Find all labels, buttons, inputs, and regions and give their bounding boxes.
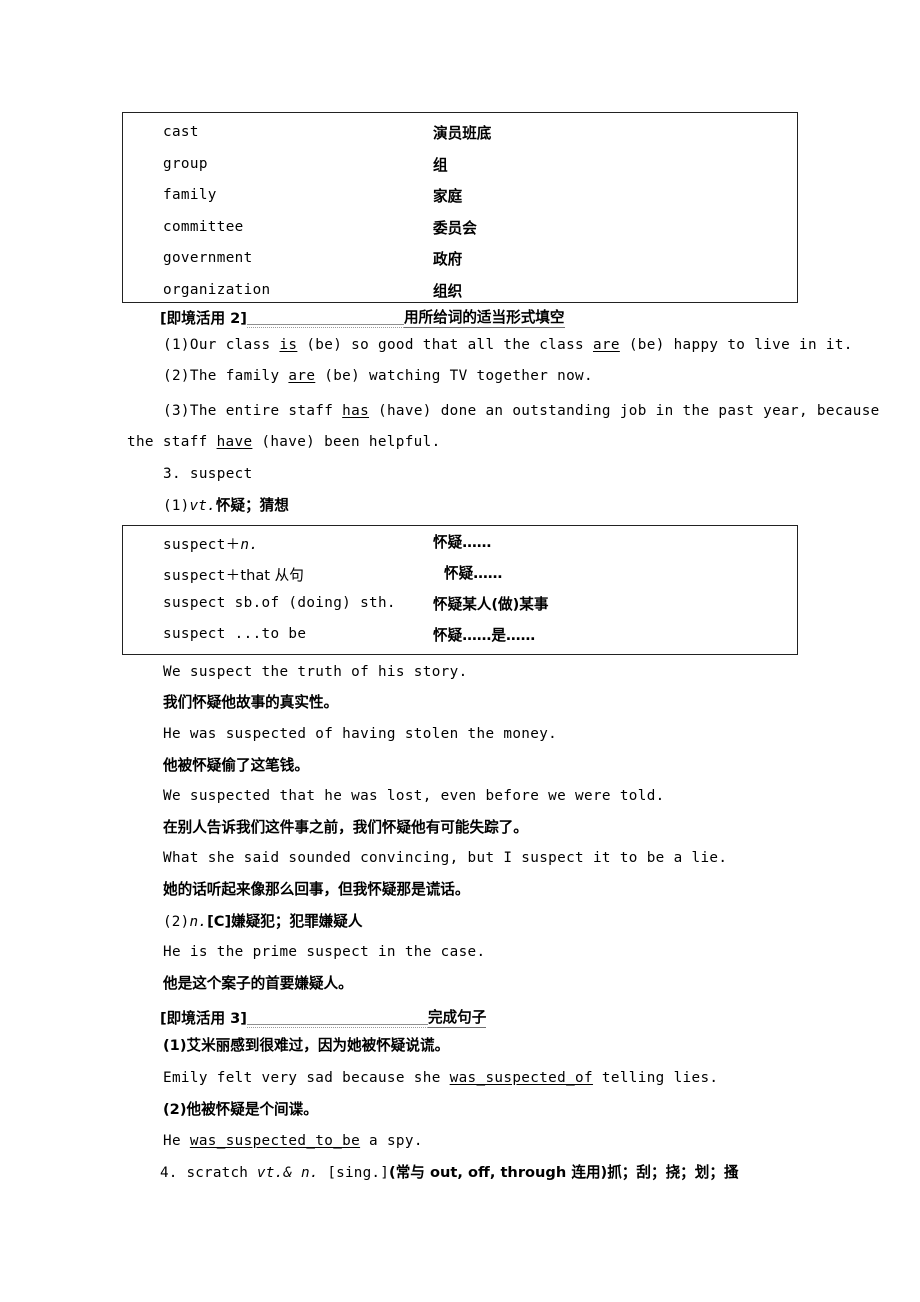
exercise-3-item-2-cn: (2)他被怀疑是个间谍。 (163, 1101, 318, 1118)
item-text-pre: the staff (127, 434, 217, 450)
item-text-post: (have) done an outstanding job in the pa… (369, 403, 880, 419)
example-sentence-en: He is the prime suspect in the case. (163, 944, 486, 960)
collective-nouns-table: cast 演员班底 group 组 family 家庭 committee 委员… (122, 112, 798, 303)
table-row: group (163, 156, 208, 172)
example-sentence-en: He was suspected of having stolen the mo… (163, 726, 558, 742)
table-row-cn: 组织 (433, 283, 463, 300)
entry-bracket: [sing.] (318, 1165, 390, 1181)
table-row: suspect sb.of (doing) sth. (163, 595, 396, 611)
table-row: cast (163, 124, 199, 140)
answer-blank: are (592, 337, 620, 353)
exercise-3-item-2-en: He was_suspected_to_be a spy. (163, 1133, 423, 1150)
entry-number: 4. (160, 1165, 187, 1181)
exercise-2-item-1: (1)Our class is (be) so good that all th… (163, 337, 853, 354)
sense-label: (1) (163, 498, 190, 514)
plus-sign: ＋ (225, 568, 241, 584)
answer-blank: was_suspected_to_be (189, 1133, 361, 1149)
sense-gloss: 怀疑；猜想 (215, 497, 289, 514)
pattern-text: suspect (163, 568, 226, 584)
table-row-cn: 演员班底 (433, 125, 492, 142)
entry-word: scratch (186, 1165, 257, 1181)
table-row: suspect＋that 从句 (163, 564, 304, 585)
answer-blank: was_suspected_of (449, 1070, 593, 1086)
example-sentence-cn: 我们怀疑他故事的真实性。 (163, 694, 339, 711)
exercise-3-heading: [即境活用 3] 完成句子 (160, 1006, 487, 1028)
item-text-post: telling lies. (592, 1070, 719, 1086)
table-row-cn: 怀疑某人(做)某事 (433, 596, 549, 613)
exercise-3-item-1-cn: (1)艾米丽感到很难过，因为她被怀疑说谎。 (163, 1037, 450, 1054)
part-of-speech: n. (189, 914, 208, 930)
table-row-cn: 怀疑…… (433, 534, 492, 551)
table-row-cn: 组 (433, 157, 448, 174)
table-row-cn: 委员会 (433, 220, 477, 237)
pattern-tail: that 从句 (240, 567, 304, 584)
answer-blank: has (342, 403, 370, 419)
item-text-pre: (3)The entire staff (163, 403, 343, 419)
table-row: suspect＋n. (163, 533, 258, 554)
exercise-2-item-3-wrap: the staff have (have) been helpful. (127, 434, 441, 451)
exercise-3-tag: [即境活用 3] (160, 1010, 247, 1027)
item-text-post: (have) been helpful. (252, 434, 441, 450)
entry-3-headword: 3. suspect (163, 466, 253, 482)
example-sentence-cn: 他是这个案子的首要嫌疑人。 (163, 975, 353, 992)
answer-blank: have (216, 434, 253, 450)
exercise-2-item-3: (3)The entire staff has (have) done an o… (163, 403, 880, 420)
example-sentence-cn: 在别人告诉我们这件事之前，我们怀疑他有可能失踪了。 (163, 819, 528, 836)
item-text-pre: Emily felt very sad because she (163, 1070, 450, 1086)
entry-4-headword: 4. scratch vt.& n. [sing.](常与 out, off, … (160, 1164, 739, 1182)
table-row-cn: 政府 (433, 251, 463, 268)
dotted-leader (246, 1013, 428, 1028)
entry-usage: (常与 out, off, through 连用)抓；刮；挠；划；搔 (389, 1164, 739, 1181)
item-text-post: (be) watching TV together now. (315, 368, 593, 384)
exercise-3-title: 完成句子 (427, 1006, 487, 1028)
exercise-2-title: 用所给词的适当形式填空 (403, 306, 565, 328)
table-row: organization (163, 282, 271, 298)
entry-3-sense-1: (1)vt.怀疑；猜想 (163, 497, 289, 515)
sense-label: (2) (163, 914, 190, 930)
table-row: family (163, 187, 217, 203)
pattern-tail: n. (240, 537, 259, 553)
item-text-mid: (be) so good that all the class (297, 337, 593, 353)
textbook-page: cast 演员班底 group 组 family 家庭 committee 委员… (0, 0, 920, 1302)
suspect-patterns-table: suspect＋n. 怀疑…… suspect＋that 从句 怀疑…… sus… (122, 525, 798, 655)
dotted-leader (246, 313, 404, 328)
plus-sign: ＋ (225, 537, 241, 553)
example-sentence-cn: 她的话听起来像那么回事，但我怀疑那是谎话。 (163, 881, 470, 898)
part-of-speech: vt. (189, 498, 216, 514)
sense-gloss: [C]嫌疑犯；犯罪嫌疑人 (207, 913, 363, 930)
pattern-text: suspect (163, 537, 226, 553)
exercise-3-item-1-en: Emily felt very sad because she was_susp… (163, 1070, 718, 1087)
exercise-2-item-2: (2)The family are (be) watching TV toget… (163, 368, 593, 385)
item-text-pre: He (163, 1133, 190, 1149)
table-row-cn: 怀疑……是…… (433, 627, 536, 644)
example-sentence-en: We suspected that he was lost, even befo… (163, 788, 665, 804)
table-row-cn: 家庭 (433, 188, 463, 205)
exercise-2-heading: [即境活用 2] 用所给词的适当形式填空 (160, 306, 565, 328)
item-text-pre: (1)Our class (163, 337, 280, 353)
table-row: suspect ...to be (163, 626, 307, 642)
table-row-cn: 怀疑…… (444, 565, 503, 582)
example-sentence-cn: 他被怀疑偷了这笔钱。 (163, 757, 309, 774)
entry-3-sense-2: (2)n.[C]嫌疑犯；犯罪嫌疑人 (163, 913, 362, 931)
answer-blank: are (288, 368, 316, 384)
example-sentence-en: We suspect the truth of his story. (163, 664, 468, 680)
table-row: government (163, 250, 253, 266)
item-text-post: (be) happy to live in it. (619, 337, 853, 353)
exercise-2-tag: [即境活用 2] (160, 310, 247, 327)
part-of-speech: vt.& n. (256, 1165, 319, 1181)
item-text-post: a spy. (360, 1133, 423, 1149)
answer-blank: is (279, 337, 298, 353)
item-text-pre: (2)The family (163, 368, 289, 384)
table-row: committee (163, 219, 244, 235)
example-sentence-en: What she said sounded convincing, but I … (163, 850, 728, 866)
